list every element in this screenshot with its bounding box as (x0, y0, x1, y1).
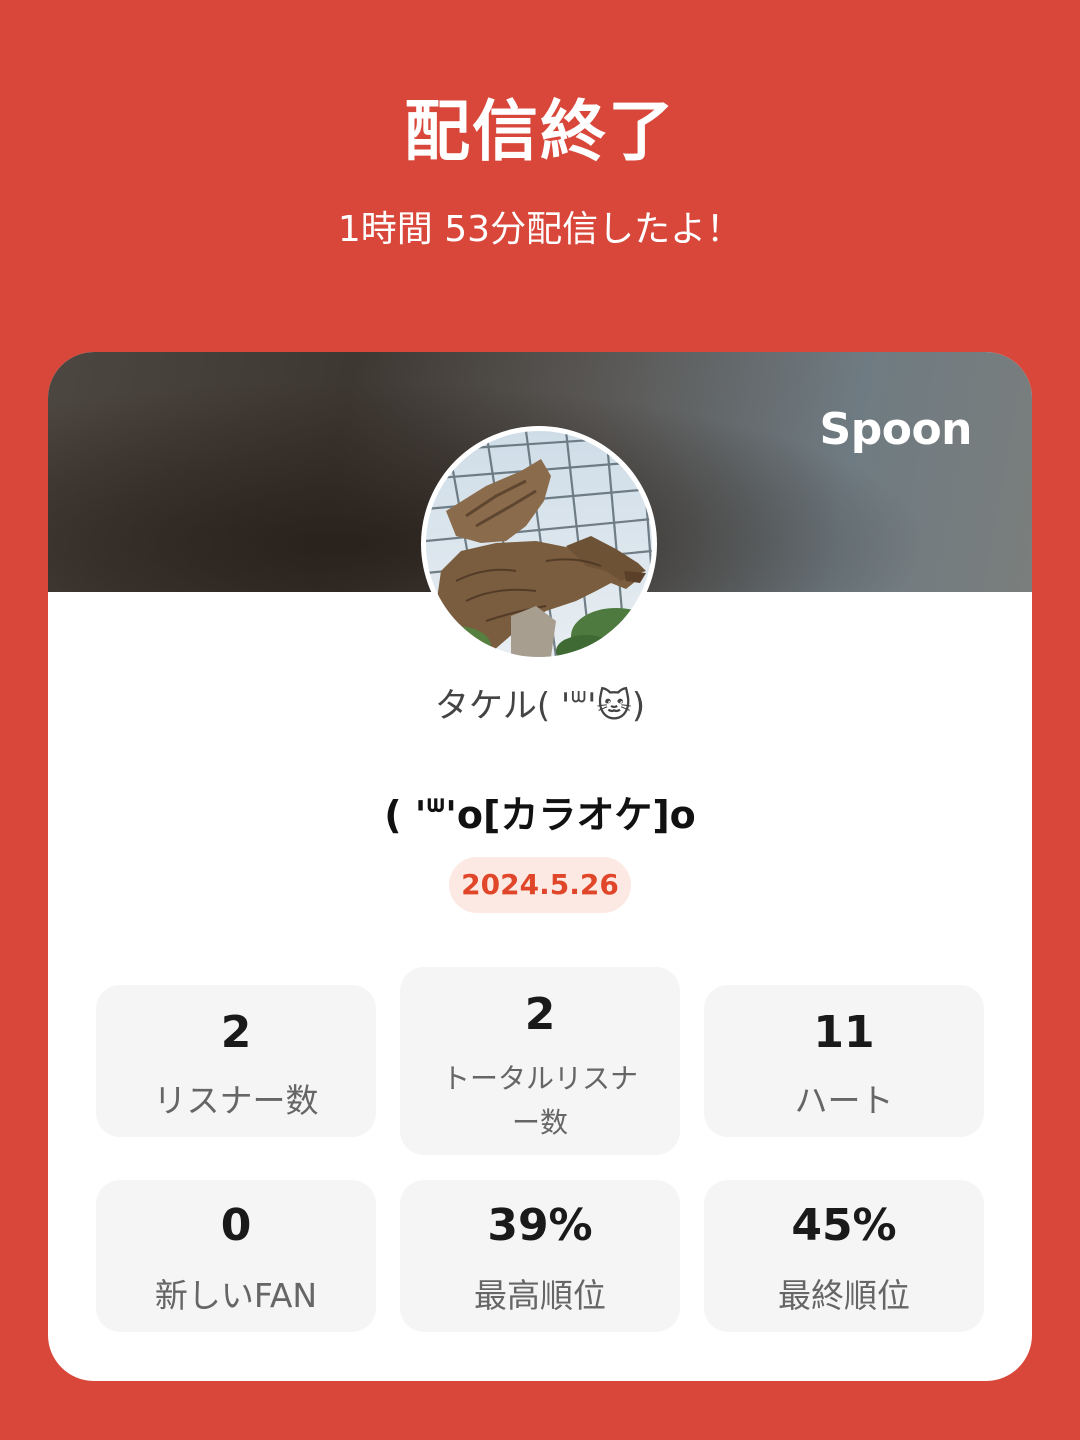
broadcast-duration: 1時間 53分配信したよ！ (337, 209, 743, 250)
stat-value: 11 (813, 1007, 875, 1058)
stat-label: ハート (794, 1081, 894, 1120)
date-badge: 2024.5.26 (449, 857, 631, 913)
stream-title: ( 'ᐜ'o[カラオケ]o (384, 793, 696, 837)
stat-label: 最高順位 (474, 1276, 606, 1315)
stat-highest-rank: 39% 最高順位 (400, 1180, 680, 1332)
stat-label: トータルリスナー数 (441, 1062, 638, 1139)
stat-label: 新しいFAN (154, 1276, 318, 1315)
stat-label: 最終順位 (778, 1276, 910, 1315)
stat-label: リスナー数 (153, 1081, 319, 1120)
stat-value: 0 (220, 1200, 252, 1251)
page-title: 配信終了 (404, 93, 676, 170)
stat-value: 45% (791, 1200, 897, 1251)
stat-final-rank: 45% 最終順位 (704, 1180, 984, 1332)
stat-listeners: 2 リスナー数 (96, 985, 376, 1137)
stat-value: 2 (524, 989, 556, 1040)
stat-total-listeners: 2 トータルリスナー数 (400, 967, 680, 1155)
stat-hearts: 11 ハート (704, 985, 984, 1137)
stat-value: 39% (487, 1200, 593, 1251)
spoon-logo: Spoon (819, 404, 973, 455)
stat-value: 2 (220, 1007, 252, 1058)
avatar (421, 426, 657, 662)
dragon-avatar-icon (426, 431, 652, 657)
stat-new-fans: 0 新しいFAN (96, 1180, 376, 1332)
broadcast-summary-card: Spoon タケル('ᐜ'🐱) ('ᐜ'o[カラオケ]o 2024.5.26… (48, 352, 1032, 1381)
streamer-name: タケル( 'ᐜ'🐱) (434, 686, 646, 726)
